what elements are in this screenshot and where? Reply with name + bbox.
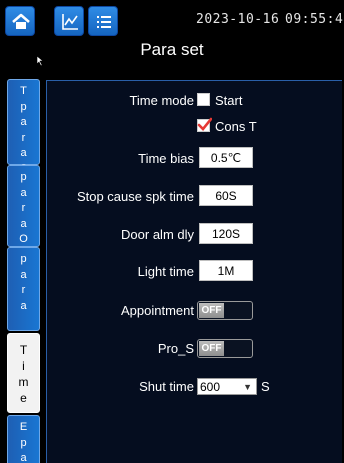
mouse-cursor-icon xyxy=(36,55,44,67)
time-bias-label: Time bias xyxy=(138,151,194,166)
shut-time-label: Shut time xyxy=(139,379,194,394)
tab-char: a xyxy=(20,452,27,463)
light-time-label: Light time xyxy=(137,264,194,279)
tab-char: r xyxy=(21,284,26,296)
appointment-toggle-state: OFF xyxy=(199,303,224,318)
tab-char: p xyxy=(20,436,27,449)
page-title: Para set xyxy=(140,40,204,59)
pro-s-label: Pro_S xyxy=(157,341,194,356)
tab-char: a xyxy=(20,186,27,199)
tab-char: E xyxy=(19,421,28,433)
home-button[interactable] xyxy=(5,6,35,36)
shut-time-value: 600 xyxy=(200,380,221,394)
cons-t-option-label: Cons T xyxy=(215,119,257,134)
time-display: 09:55:41 xyxy=(285,12,344,27)
date-display: 2023-10-16 xyxy=(196,12,280,27)
tab-char: i xyxy=(22,359,25,373)
tab-char: a xyxy=(20,217,27,230)
tab-char: p xyxy=(20,253,27,265)
tab-char: a xyxy=(20,116,27,128)
tab-char: r xyxy=(21,202,26,214)
appointment-label: Appointment xyxy=(121,303,194,318)
pro-s-toggle-state: OFF xyxy=(199,341,224,356)
tab-char: a xyxy=(20,299,27,312)
pro-s-toggle[interactable]: OFF xyxy=(197,339,253,358)
shut-time-select[interactable]: 600 ▼ xyxy=(197,378,257,395)
tab-char: e xyxy=(20,391,27,405)
cons-t-checkbox[interactable] xyxy=(197,117,212,132)
top-bar: 2023-10-16 09:55:41 xyxy=(0,0,344,40)
time-mode-label: Time mode xyxy=(129,93,194,108)
stop-cause-spk-time-label: Stop cause spk time xyxy=(76,189,194,204)
sidebar: T p a r a C p a r a O p a r a T i m e E … xyxy=(7,79,40,463)
menu-list-icon xyxy=(97,16,111,28)
light-time-field[interactable]: 1M xyxy=(199,260,253,281)
stop-cause-spk-time-field[interactable]: 60S xyxy=(199,185,253,206)
tab-char: T xyxy=(19,343,28,357)
tab-char: T xyxy=(20,85,27,97)
checkmark-icon xyxy=(197,117,212,131)
shut-time-unit: S xyxy=(261,379,270,394)
door-alarm-delay-field[interactable]: 120S xyxy=(199,223,253,244)
trend-chart-icon xyxy=(62,14,78,30)
start-checkbox[interactable] xyxy=(197,93,210,106)
tab-opara[interactable]: p a r a xyxy=(7,247,40,331)
tab-tparac[interactable]: T p a r a C xyxy=(7,79,40,175)
time-bias-field[interactable]: 0.5℃ xyxy=(199,147,253,168)
tab-epara[interactable]: E p a xyxy=(7,415,40,463)
settings-panel xyxy=(46,80,342,463)
door-alarm-delay-label: Door alm dly xyxy=(121,227,194,242)
trend-button[interactable] xyxy=(54,6,84,36)
tab-char: p xyxy=(20,100,27,113)
start-option-label: Start xyxy=(215,93,243,108)
tab-char: p xyxy=(20,171,27,183)
tab-time[interactable]: T i m e xyxy=(7,333,40,413)
tab-char: O xyxy=(19,233,28,245)
tab-char: a xyxy=(20,147,27,159)
tab-char: r xyxy=(21,131,26,144)
tab-char: a xyxy=(20,268,27,281)
tab-cparao[interactable]: p a r a O xyxy=(7,165,40,247)
chevron-down-icon: ▼ xyxy=(243,382,252,392)
menu-button[interactable] xyxy=(88,6,118,36)
tab-char: m xyxy=(18,375,29,389)
home-icon xyxy=(12,13,30,29)
appointment-toggle[interactable]: OFF xyxy=(197,301,253,320)
